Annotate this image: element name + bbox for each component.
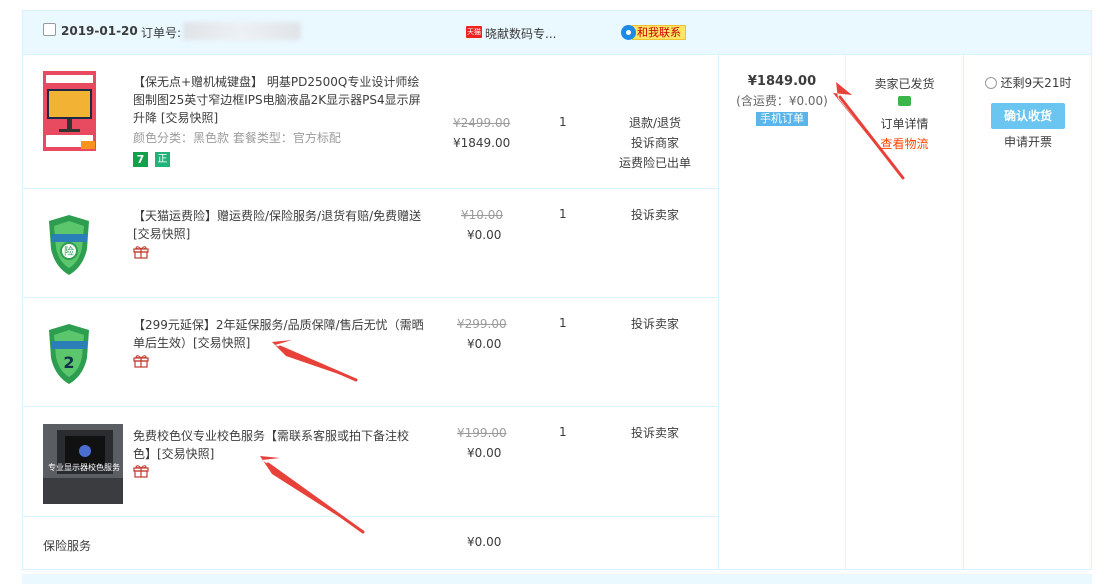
contact-seller-label: 和我联系 [632,25,686,40]
insurance-service-label: 保险服务 [43,539,92,553]
quantity: 1 [559,425,567,439]
order-status-column: 卖家已发货 订单详情 查看物流 [846,55,964,569]
product-title-link[interactable]: 免费校色仪专业校色服务【需联系客服或拍下备注校色】[交易快照] [133,427,425,463]
order-card: 2019-01-20 订单号: 天猫 晓献数码专... 和我联系 【保无点+赠机… [22,10,1092,570]
product-title-link[interactable]: 【天猫运费险】赠运费险/保险服务/退货有赔/免费赠送 [交易快照] [133,207,425,243]
price-cell: ¥199.00 ¥0.00 [453,423,533,463]
view-logistics-link[interactable]: 查看物流 [846,134,963,154]
confirm-receipt-button[interactable]: 确认收货 [991,103,1065,129]
unit-price: ¥0.00 [467,228,502,242]
gift-icon [133,355,149,368]
original-price: ¥299.00 [457,317,507,331]
order-number-label: 订单号: [141,26,182,40]
item-operations: 投诉卖家 [613,205,697,225]
price-cell: ¥299.00 ¥0.00 [453,314,533,354]
request-invoice-link[interactable]: 申请开票 [964,133,1092,150]
list-item: 险 【天猫运费险】赠运费险/保险服务/退货有赔/免费赠送 [交易快照] ¥10.… [23,189,719,298]
quantity: 1 [559,115,567,129]
list-item: 专业显示器校色服务 免费校色仪专业校色服务【需联系客服或拍下备注校色】[交易快照… [23,407,719,517]
gift-icon [133,465,149,478]
shop-name-link[interactable]: 晓献数码专... [485,25,556,42]
item-operations: 投诉卖家 [613,314,697,334]
unit-price: ¥0.00 [467,337,502,351]
shipping-insurance-link[interactable]: 运费险已出单 [613,153,697,173]
svg-text:险: 险 [64,245,74,258]
product-sku: 颜色分类：黑色款 套餐类型：官方标配 [133,131,341,145]
order-header: 2019-01-20 订单号: 天猫 晓献数码专... 和我联系 [23,11,1091,55]
thumbnail-caption: 专业显示器校色服务 [48,463,120,472]
quantity: 1 [559,207,567,221]
item-operations: 退款/退货 投诉商家 运费险已出单 [613,113,697,173]
remaining-time: 还剩9天21时 [964,74,1092,91]
item-list: 【保无点+赠机械键盘】 明基PD2500Q专业设计师绘图制图25英寸窄边框IPS… [23,55,719,569]
order-number-redacted [183,22,301,40]
seven-day-return-badge[interactable]: 7 [133,152,148,167]
next-order-header [22,574,1092,584]
monitor-product-thumbnail[interactable] [43,71,96,151]
list-item: 【保无点+赠机械键盘】 明基PD2500Q专业设计师绘图制图25英寸窄边框IPS… [23,55,719,189]
quantity: 1 [559,316,567,330]
list-item: 保险服务 ¥0.00 [23,517,719,569]
complain-merchant-link[interactable]: 投诉商家 [613,133,697,153]
original-price: ¥10.00 [461,208,503,222]
contact-seller-button[interactable]: 和我联系 [621,24,686,41]
order-date: 2019-01-20 [61,24,138,38]
chat-bubble-icon [621,25,636,40]
order-action-column: 还剩9天21时 确认收货 申请开票 [964,55,1092,569]
refund-return-link[interactable]: 退款/退货 [613,113,697,133]
original-price: ¥2499.00 [453,116,511,130]
clock-icon [984,77,997,89]
tmall-shop-icon: 天猫 [466,26,482,38]
complain-seller-link[interactable]: 投诉卖家 [613,423,697,443]
shipping-insurance-shield-thumbnail[interactable]: 险 [43,203,96,283]
shipping-fee: (含运费：¥0.00) [736,94,828,108]
order-status: 卖家已发货 [874,77,935,91]
unit-price: ¥0.00 [467,446,502,460]
price-cell: ¥2499.00 ¥1849.00 [453,113,533,153]
gift-icon [133,246,149,259]
order-total-column: ¥1849.00 (含运费：¥0.00) 手机订单 [719,55,846,569]
unit-price: ¥1849.00 [453,136,511,150]
order-body: 【保无点+赠机械键盘】 明基PD2500Q专业设计师绘图制图25英寸窄边框IPS… [23,55,1091,569]
list-item: 2 【299元延保】2年延保服务/品质保障/售后无忧（需晒单后生效）[交易快照]… [23,298,719,407]
mobile-order-tag: 手机订单 [756,112,808,126]
order-total: ¥1849.00 [747,74,817,89]
remaining-time-text: 还剩9天21时 [1000,76,1072,90]
product-title-link[interactable]: 【保无点+赠机械键盘】 明基PD2500Q专业设计师绘图制图25英寸窄边框IPS… [133,73,425,127]
unit-price: ¥0.00 [467,535,502,549]
item-operations: 投诉卖家 [613,423,697,443]
product-title-link[interactable]: 【299元延保】2年延保服务/品质保障/售后无忧（需晒单后生效）[交易快照] [133,316,425,352]
order-detail-link[interactable]: 订单详情 [846,114,963,134]
price-cell: ¥10.00 ¥0.00 [453,205,533,245]
genuine-badge[interactable]: 正 [155,152,170,167]
extended-warranty-shield-thumbnail[interactable]: 2 [43,312,96,392]
svg-text:2: 2 [63,353,74,372]
complain-seller-link[interactable]: 投诉卖家 [613,205,697,225]
complain-seller-link[interactable]: 投诉卖家 [613,314,697,334]
message-icon[interactable] [898,96,911,106]
order-checkbox[interactable] [43,23,56,36]
original-price: ¥199.00 [457,426,507,440]
service-badges: 7 正 [133,152,170,167]
